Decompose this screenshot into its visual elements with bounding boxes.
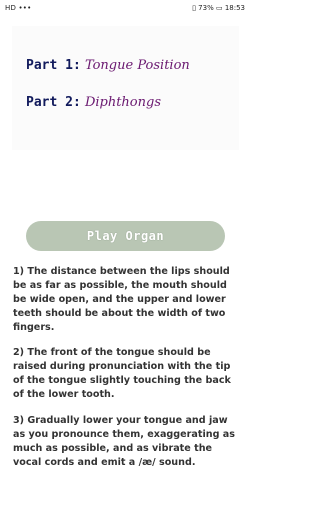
clock: 18:53 [224,4,245,12]
lesson-part-2[interactable]: Part 2: Diphthongs [26,95,161,110]
status-bar: HD ••• ▯ 73% ▭ 18:53 [0,0,251,16]
part-number: Part 1: [26,58,81,73]
lesson-banner [12,26,239,150]
status-right: ▯ 73% ▭ 18:53 [192,4,245,12]
network-indicators: HD ••• [5,4,32,12]
vibrate-icon: ▯ [192,4,196,12]
instruction-3: 3) Gradually lower your tongue and jaw a… [13,415,235,468]
part-number: Part 2: [26,95,81,110]
part-topic: Tongue Position [84,58,190,73]
instruction-1: 1) The distance between the lips should … [13,266,230,333]
instruction-2: 2) The front of the tongue should be rai… [13,347,231,400]
part-topic: Diphthongs [84,95,162,110]
play-organ-button[interactable]: Play Organ [26,221,225,251]
battery-icon: ▭ [215,4,223,12]
battery-percent: 73% [198,4,214,12]
lesson-part-1[interactable]: Part 1: Tongue Position [26,58,190,73]
